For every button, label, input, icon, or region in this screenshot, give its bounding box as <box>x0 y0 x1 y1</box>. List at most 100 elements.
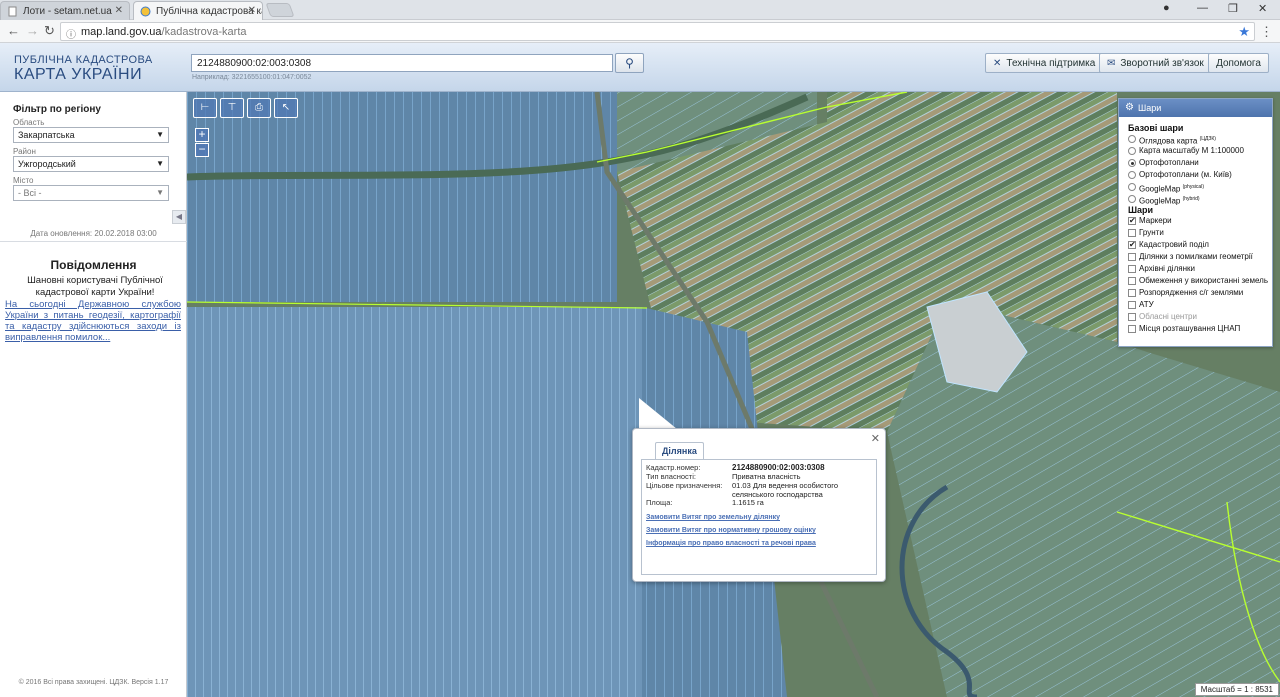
base-layer-item[interactable]: GoogleMap (hybrid) <box>1119 193 1272 206</box>
map-view[interactable]: ⊢ ⊤ ⎙ ↖ + − ⚙ Шари Базові шари Оглядова к… <box>187 92 1280 697</box>
help-label: Допомога <box>1216 58 1261 69</box>
overlay-layer-item[interactable]: Обласні центри <box>1119 311 1272 323</box>
radio-button[interactable] <box>1128 147 1136 155</box>
browser-tab-setam[interactable]: Лоти - setam.net.ua ✕ <box>0 1 130 20</box>
feedback-button[interactable]: ✉ Зворотний зв'язок <box>1099 53 1212 73</box>
logo-line-2: КАРТА УКРАЇНИ <box>14 66 143 83</box>
overlay-layer-label: Місця розташування ЦНАП <box>1139 324 1241 333</box>
print-icon[interactable]: ⎙ <box>247 98 271 118</box>
checkbox[interactable] <box>1128 277 1136 285</box>
tools-icon: ✕ <box>993 58 1002 69</box>
info-icon[interactable]: ⓘ <box>66 26 76 41</box>
overlay-layer-item[interactable]: Місця розташування ЦНАП <box>1119 323 1272 335</box>
overlay-layer-item[interactable]: Обмеження у використанні земель <box>1119 275 1272 287</box>
checkbox[interactable] <box>1128 325 1136 333</box>
overlay-layer-label: Обласні центри <box>1139 312 1197 321</box>
checkbox[interactable] <box>1128 301 1136 309</box>
update-date: Дата оновлення: 20.02.2018 03:00 <box>0 229 187 242</box>
measure-area-icon[interactable]: ⊤ <box>220 98 244 118</box>
base-layer-sup: (ЦДЗК) <box>1199 136 1216 142</box>
close-tab-icon[interactable]: ✕ <box>248 5 256 16</box>
overlay-layer-item[interactable]: Маркери <box>1119 215 1272 227</box>
url-domain: map.land.gov.ua <box>81 26 162 38</box>
checkbox[interactable] <box>1128 215 1136 227</box>
collapse-panel-button[interactable]: ◀ <box>172 210 186 224</box>
radio-button[interactable] <box>1128 171 1136 179</box>
parcel-fields: Кадастр.номер: 2124880900:02:003:0308 Тип … <box>646 463 872 508</box>
chevron-left-icon: ◀ <box>175 212 183 221</box>
logo-line-1: ПУБЛІЧНА КАДАСТРОВА <box>14 54 153 66</box>
parcel-field-key: Цільове призначення: <box>646 481 723 490</box>
overlay-layer-item[interactable]: Ділянки з помилками геометрії <box>1119 251 1272 263</box>
checkbox[interactable] <box>1128 313 1136 321</box>
zoom-out-button[interactable]: − <box>195 143 209 157</box>
base-layer-item[interactable]: Ортофотоплани (м. Київ) <box>1119 169 1272 181</box>
notices-link[interactable]: На сьогодні Державною службою України з … <box>5 299 181 343</box>
bookmark-star-icon[interactable]: ★ <box>1238 24 1250 40</box>
checkbox[interactable] <box>1128 265 1136 273</box>
radio-button[interactable] <box>1128 195 1136 203</box>
base-layer-item[interactable]: Оглядова карта (ЦДЗК) <box>1119 133 1272 146</box>
base-layer-label: Карта масштабу М 1:100000 <box>1139 146 1244 155</box>
layers-title: Шари <box>1138 103 1162 113</box>
restore-icon[interactable]: ❐ <box>1228 2 1238 15</box>
base-layers-title: Базові шари <box>1128 123 1184 133</box>
radio-button[interactable] <box>1128 135 1136 143</box>
chevron-down-icon: ▼ <box>156 130 164 139</box>
search-button[interactable]: ⚲ <box>615 53 644 73</box>
base-layer-item[interactable]: GoogleMap (physical) <box>1119 181 1272 194</box>
parcel-info-link[interactable]: Замовити Витяг про нормативну грошову оц… <box>646 527 872 534</box>
url-field[interactable]: ⓘ map.land.gov.ua/kadastrova-karta ★ <box>60 22 1255 41</box>
close-icon[interactable]: ✕ <box>871 432 880 445</box>
envelope-icon: ✉ <box>1107 58 1116 69</box>
checkbox[interactable] <box>1128 289 1136 297</box>
base-layer-item[interactable]: Ортофотоплани <box>1119 157 1272 169</box>
raion-select[interactable]: Ужгородський ▼ <box>13 156 169 172</box>
browser-menu-icon[interactable]: ⋮ <box>1260 24 1273 40</box>
new-tab-button[interactable] <box>265 3 295 17</box>
measure-length-icon[interactable]: ⊢ <box>193 98 217 118</box>
raion-label: Район <box>13 147 36 156</box>
checkbox[interactable] <box>1128 253 1136 261</box>
zoom-in-button[interactable]: + <box>195 128 209 142</box>
window-close-icon[interactable]: ✕ <box>1258 2 1267 15</box>
radio-button[interactable] <box>1128 183 1136 191</box>
parcel-info-link[interactable]: Інформація про право власності та речові… <box>646 540 872 547</box>
overlay-layer-label: Грунти <box>1139 228 1164 237</box>
minimize-icon[interactable]: — <box>1197 2 1208 14</box>
radio-button[interactable] <box>1128 159 1136 167</box>
info-cursor-icon[interactable]: ↖ <box>274 98 298 118</box>
close-tab-icon[interactable]: ✕ <box>115 5 123 16</box>
tech-support-label: Технічна підтримка <box>1006 58 1096 69</box>
oblast-select[interactable]: Закарпатська ▼ <box>13 127 169 143</box>
misto-value: - Всі - <box>18 188 42 198</box>
search-icon: ⚲ <box>625 56 634 70</box>
overlay-layer-item[interactable]: АТУ <box>1119 299 1272 311</box>
profile-icon[interactable]: ● <box>1163 2 1170 14</box>
cadastral-search-input[interactable] <box>191 54 613 72</box>
overlay-layer-label: Ділянки з помилками геометрії <box>1139 252 1253 261</box>
forward-arrow-icon[interactable]: → <box>26 24 39 38</box>
base-layer-sup: (physical) <box>1182 184 1204 190</box>
tech-support-button[interactable]: ✕ Технічна підтримка <box>985 53 1104 73</box>
overlay-layer-item[interactable]: Грунти <box>1119 227 1272 239</box>
overlay-layer-item[interactable]: Розпорядження с/г землями <box>1119 287 1272 299</box>
back-arrow-icon[interactable]: ← <box>7 24 20 38</box>
map-toolbar: ⊢ ⊤ ⎙ ↖ <box>193 98 298 118</box>
checkbox[interactable] <box>1128 239 1136 251</box>
parcel-info-link[interactable]: Замовити Витяг про земельну ділянку <box>646 514 872 521</box>
base-layer-item[interactable]: Карта масштабу М 1:100000 <box>1119 145 1272 157</box>
browser-tab-kadastr[interactable]: Публічна кадастрова ка ✕ <box>133 1 263 20</box>
copyright: © 2016 Всі права захищені. ЦДЗК. Версія … <box>18 679 169 686</box>
filter-title: Фільтр по регіону <box>13 104 101 115</box>
reload-icon[interactable]: ↻ <box>44 24 55 38</box>
overlay-layer-item[interactable]: Архівні ділянки <box>1119 263 1272 275</box>
help-button[interactable]: Допомога <box>1208 53 1269 73</box>
popup-tab-parcel[interactable]: Ділянка <box>655 442 704 459</box>
overlay-layer-item[interactable]: Кадастровий поділ <box>1119 239 1272 251</box>
layers-header[interactable]: ⚙ Шари <box>1119 99 1272 117</box>
checkbox[interactable] <box>1128 229 1136 237</box>
misto-select[interactable]: - Всі - ▼ <box>13 185 169 201</box>
overlay-layer-label: Обмеження у використанні земель <box>1139 276 1268 285</box>
document-icon <box>7 6 18 17</box>
